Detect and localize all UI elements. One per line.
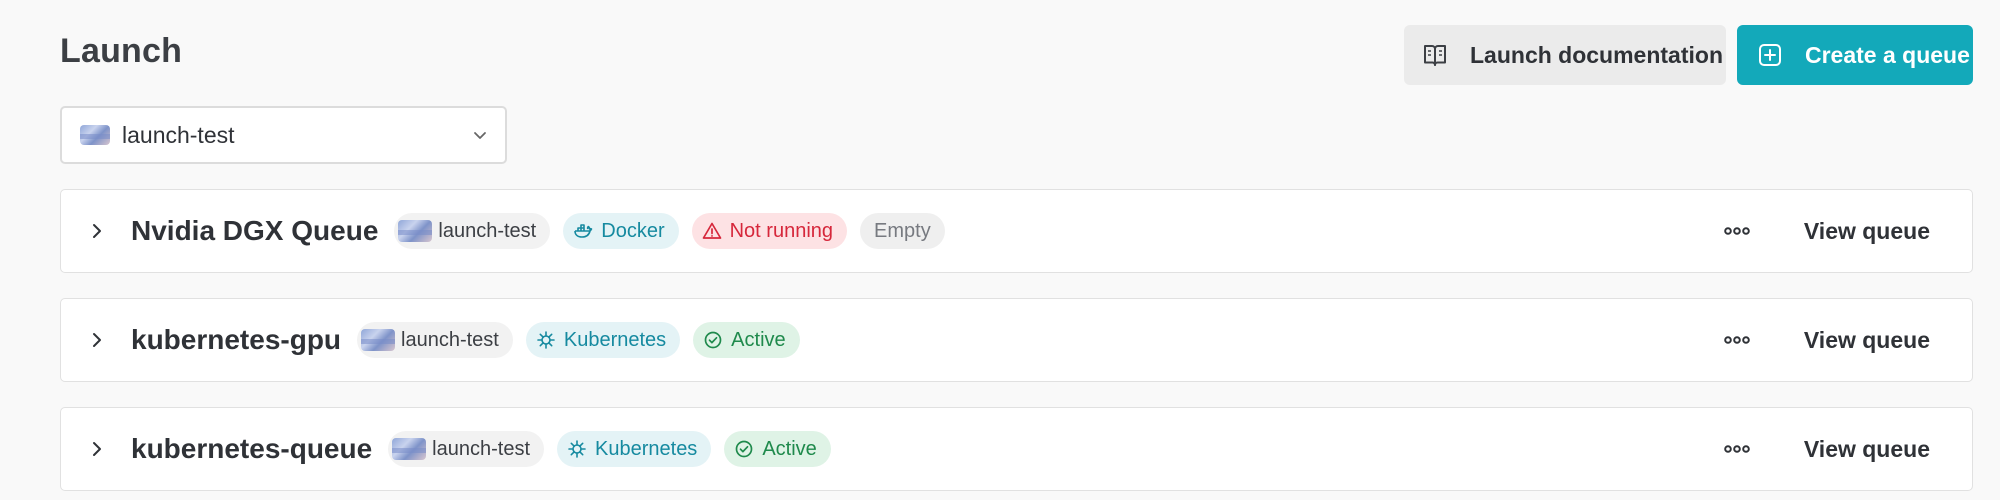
queue-row: kubernetes-queue launch-test Kubernetes … [60,407,1973,491]
chevron-down-icon [471,126,489,149]
queue-name[interactable]: kubernetes-queue [131,433,372,465]
resource-tag: Kubernetes [525,322,681,358]
kubernetes-icon [536,330,556,350]
plus-square-icon [1757,42,1783,68]
more-options-icon[interactable] [1722,325,1752,355]
entity-tag: launch-test [357,322,513,358]
docker-icon [573,221,593,241]
kubernetes-icon [567,439,587,459]
entity-tag-label: launch-test [401,328,499,351]
entity-select-value: launch-test [122,121,235,148]
resource-tag-label: Kubernetes [563,328,667,351]
queue-row: Nvidia DGX Queue launch-test Docker Not … [60,189,1973,273]
entity-tag: launch-test [388,431,545,467]
entity-avatar [361,329,396,351]
view-queue-link[interactable]: View queue [1804,327,1930,354]
empty-badge: Empty [860,213,945,249]
resource-tag: Docker [563,213,679,249]
queue-name[interactable]: kubernetes-gpu [131,324,341,356]
view-queue-link[interactable]: View queue [1804,218,1930,245]
entity-avatar [80,125,110,145]
more-options-icon[interactable] [1722,216,1752,246]
more-options-icon[interactable] [1722,434,1752,464]
status-badge-label: Not running [729,219,834,242]
check-circle-icon [703,330,723,350]
launch-documentation-label: Launch documentation [1470,41,1723,68]
page-title: Launch [60,32,183,70]
expand-chevron-icon[interactable] [77,320,117,360]
entity-tag: launch-test [394,213,551,249]
create-queue-button[interactable]: Create a queue [1737,25,1973,85]
status-badge-label: Active [731,328,786,351]
queue-name[interactable]: Nvidia DGX Queue [131,215,378,247]
entity-tag-label: launch-test [438,219,537,242]
status-badge: Not running [691,213,848,249]
expand-chevron-icon[interactable] [77,429,117,469]
entity-avatar [398,220,433,242]
resource-tag: Kubernetes [557,431,712,467]
resource-tag-label: Docker [601,219,665,242]
queue-row: kubernetes-gpu launch-test Kubernetes Ac… [60,298,1973,382]
status-badge: Active [724,431,831,467]
create-queue-label: Create a queue [1805,41,1970,68]
check-circle-icon [734,439,754,459]
status-badge-label: Active [762,437,817,460]
status-badge: Active [693,322,800,358]
expand-chevron-icon[interactable] [77,211,117,251]
resource-tag-label: Kubernetes [595,437,698,460]
warning-icon [702,221,722,241]
entity-avatar [392,438,427,460]
entity-tag-label: launch-test [432,437,531,460]
book-icon [1422,42,1448,68]
launch-documentation-button[interactable]: Launch documentation [1404,25,1726,85]
view-queue-link[interactable]: View queue [1804,436,1930,463]
entity-select[interactable]: launch-test [60,106,507,164]
